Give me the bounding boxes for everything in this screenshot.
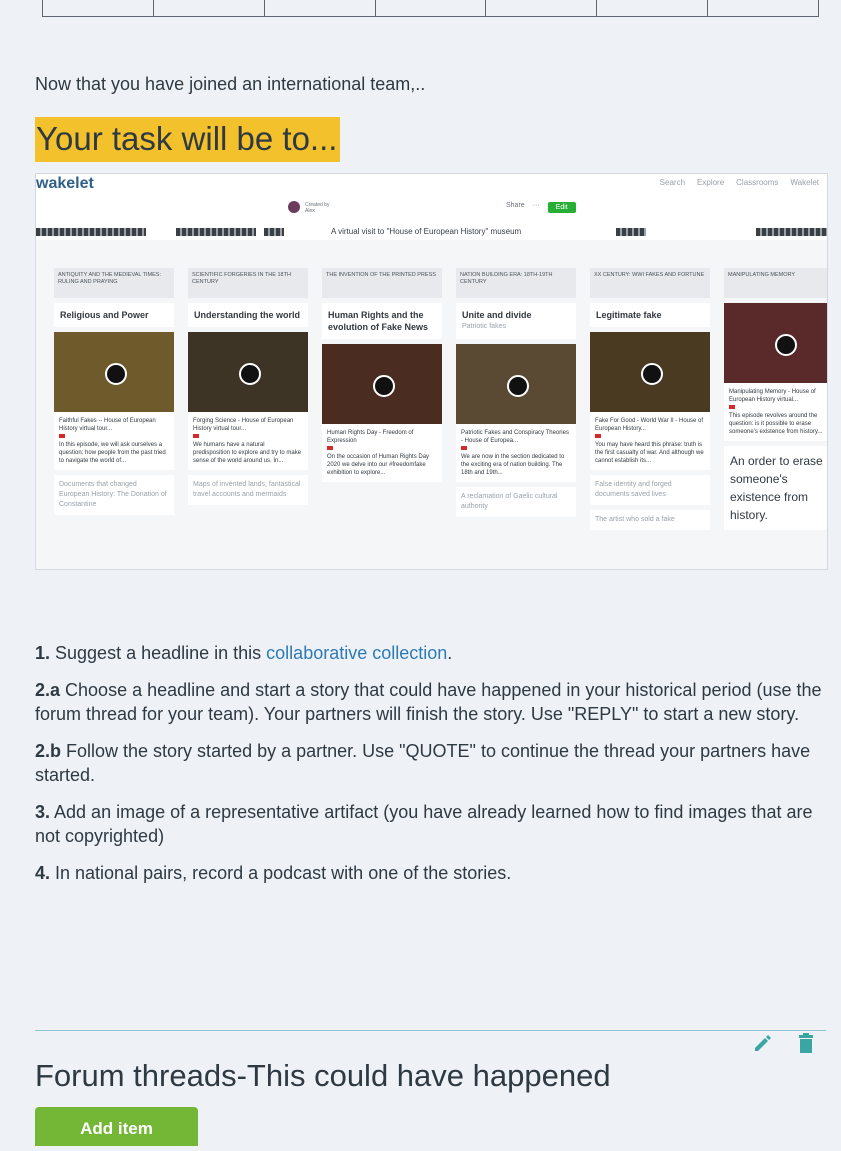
section-divider [35,1030,826,1031]
video-thumbnail [322,344,442,424]
wakelet-creator-bar: Created by Alex Share ··· Edit [36,196,827,224]
trash-icon[interactable] [797,1033,815,1053]
wakelet-more: ··· [532,202,540,209]
wakelet-column: XX century: WWI Fakes and Fortune Legiti… [590,268,710,530]
instructions-list: 1. Suggest a headline in this collaborat… [35,641,830,885]
instruction-3: 3. Add an image of a representative arti… [35,802,813,846]
wakelet-nav-classrooms: Classrooms [736,178,779,187]
video-thumbnail [724,303,827,383]
task-title: Your task will be to... [35,117,341,162]
wakelet-screenshot-image: wakelet Search Explore Classrooms Wakele… [35,173,828,570]
wakelet-nav-search: Search [659,178,686,187]
wakelet-column: Manipulating memory Manipulating Memory … [724,268,827,530]
play-icon [775,334,797,356]
intro-text: Now that you have joined an internationa… [35,74,426,94]
play-icon [373,375,395,397]
wakelet-columns: ANTIQUITY AND THE MEDIEVAL TIMES: Ruling… [54,268,827,530]
wakelet-caption: A virtual visit to "House of European Hi… [331,227,522,236]
forum-threads-title: Forum threads-This could have happened [35,1058,611,1093]
wakelet-nav-explore: Explore [697,178,725,187]
instruction-4: 4. In national pairs, record a podcast w… [35,863,512,883]
youtube-icon [729,405,735,409]
wakelet-column: SCIENTIFIC FORGERIES in the 18th century… [188,268,308,530]
wakelet-share: Share [506,202,525,209]
wakelet-column: NATION BUILDING ERA: 18th-19th century U… [456,268,576,530]
youtube-icon [461,446,467,450]
wakelet-nav: Search Explore Classrooms Wakelet [660,178,819,187]
youtube-icon [193,434,199,438]
youtube-icon [595,434,601,438]
video-thumbnail [54,332,174,412]
wakelet-logo: wakelet [36,175,94,192]
youtube-icon [59,434,65,438]
wakelet-edit: Edit [547,202,576,213]
table-bottom-edge [42,0,819,17]
video-thumbnail [590,332,710,412]
play-icon [239,363,261,385]
avatar [288,201,300,213]
wakelet-column: THE INVENTION OF THE PRINTED PRESS Human… [322,268,442,530]
pencil-icon[interactable] [752,1033,772,1053]
wakelet-banner-strip: A virtual visit to "House of European Hi… [36,224,827,240]
play-icon [641,363,663,385]
instruction-2a: 2.a Choose a headline and start a story … [35,680,822,724]
instruction-1: 1. Suggest a headline in this collaborat… [35,643,453,663]
instruction-2b: 2.b Follow the story started by a partne… [35,741,811,785]
wakelet-creator: Created by Alex [305,202,330,214]
wakelet-nav-wakelet: Wakelet [790,178,819,187]
video-thumbnail [456,344,576,424]
video-thumbnail [188,332,308,412]
youtube-icon [327,446,333,450]
wakelet-column: ANTIQUITY AND THE MEDIEVAL TIMES: Ruling… [54,268,174,530]
play-icon [105,363,127,385]
page: Now that you have joined an internationa… [0,0,841,1146]
wakelet-actions: Share ··· Edit [506,202,576,213]
play-icon [507,375,529,397]
add-item-button[interactable]: Add item [35,1107,198,1146]
wakelet-header: wakelet Search Explore Classrooms Wakele… [36,174,827,197]
collaborative-collection-link[interactable]: collaborative collection [266,643,447,663]
